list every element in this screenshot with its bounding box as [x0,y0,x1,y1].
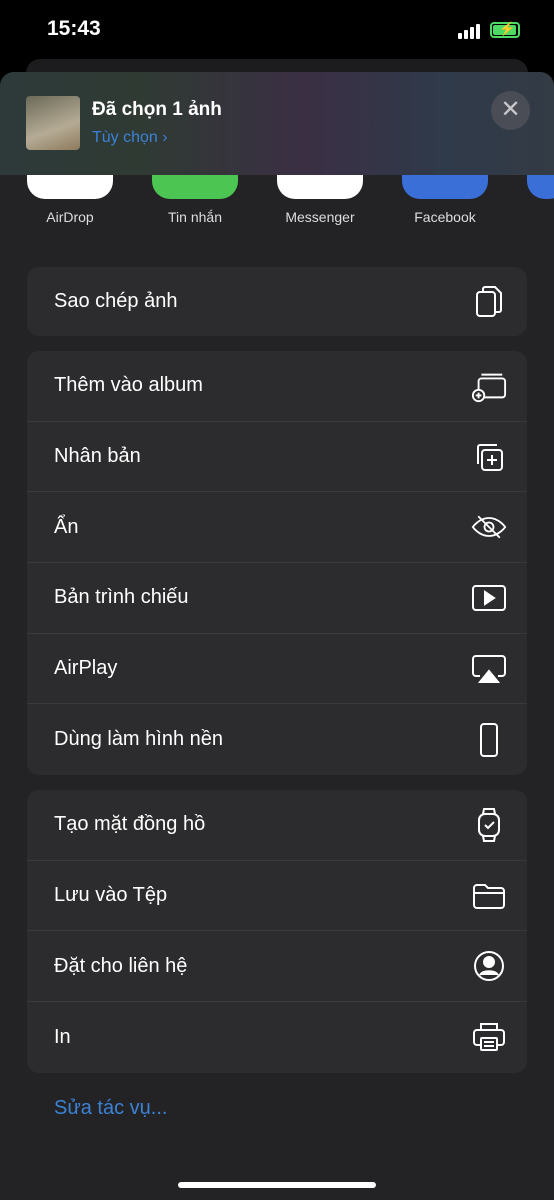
action-label: Dùng làm hình nền [54,728,224,751]
messages-icon [152,175,238,199]
app-share-row[interactable]: AirDrop Tin nhắn Messenger Facebook [0,175,554,235]
airdrop-icon [27,175,113,199]
close-button[interactable]: ✕ [491,91,530,130]
battery-charging-icon: ⚡ [490,21,520,38]
folder-icon [471,878,507,914]
person-circle-icon [471,948,507,984]
app-label: AirDrop [46,209,94,225]
messenger-icon [277,175,363,199]
action-add-to-album[interactable]: Thêm vào album [27,351,527,422]
eye-slash-icon [471,509,507,545]
action-label: Tạo mặt đồng hồ [54,813,206,836]
app-icon [527,175,554,199]
app-label: Tin nhắn [168,209,222,225]
action-group-1: Sao chép ảnh [27,267,527,336]
home-indicator[interactable] [178,1182,376,1188]
action-copy-photo[interactable]: Sao chép ảnh [27,267,527,336]
facebook-icon [402,175,488,199]
action-assign-to-contact[interactable]: Đặt cho liên hệ [27,931,527,1003]
action-print[interactable]: In [27,1002,527,1073]
play-rectangle-icon [471,580,507,616]
watch-icon [471,807,507,843]
share-header: Đã chọn 1 ảnh Tùy chọn › ✕ [0,72,554,175]
copy-icon [471,284,507,320]
action-use-as-wallpaper[interactable]: Dùng làm hình nền [27,704,527,775]
printer-icon [471,1019,507,1055]
action-label: Thêm vào album [54,374,203,397]
action-hide[interactable]: Ẩn [27,492,527,564]
action-label: AirPlay [54,657,118,680]
iphone-icon [471,722,507,758]
action-airplay[interactable]: AirPlay [27,634,527,705]
add-to-album-icon [471,368,507,404]
duplicate-icon [471,439,507,475]
action-group-3: Tạo mặt đồng hồ Lưu vào Tệp Đặt cho liên… [27,790,527,1073]
action-label: Đặt cho liên hệ [54,954,188,977]
app-messages[interactable]: Tin nhắn [152,175,238,225]
app-airdrop[interactable]: AirDrop [27,175,113,225]
app-label: Messenger [285,209,355,225]
action-slideshow[interactable]: Bản trình chiếu [27,563,527,634]
action-label: Lưu vào Tệp [54,884,168,907]
action-duplicate[interactable]: Nhân bản [27,422,527,493]
clock: 15:43 [47,17,101,40]
action-group-2: Thêm vào album Nhân bản Ẩn Bản trình chi… [27,351,527,776]
app-more[interactable] [527,175,554,199]
app-messenger[interactable]: Messenger [277,175,363,225]
action-create-watch-face[interactable]: Tạo mặt đồng hồ [27,790,527,861]
action-label: Sao chép ảnh [54,290,178,312]
selection-title: Đã chọn 1 ảnh [92,99,222,120]
action-label: Ẩn [54,515,79,538]
action-save-to-files[interactable]: Lưu vào Tệp [27,861,527,932]
app-label: Facebook [414,209,476,225]
status-bar: 15:43 ⚡ [0,0,554,60]
action-label: Bản trình chiếu [54,586,189,609]
app-facebook[interactable]: Facebook [402,175,488,225]
action-label: In [54,1025,71,1048]
photo-thumbnail [26,96,80,150]
edit-actions-link[interactable]: Sửa tác vụ... [54,1097,167,1120]
signal-icon [458,24,480,39]
options-link[interactable]: Tùy chọn › [92,129,168,147]
action-label: Nhân bản [54,445,141,468]
airplay-icon [471,651,507,687]
